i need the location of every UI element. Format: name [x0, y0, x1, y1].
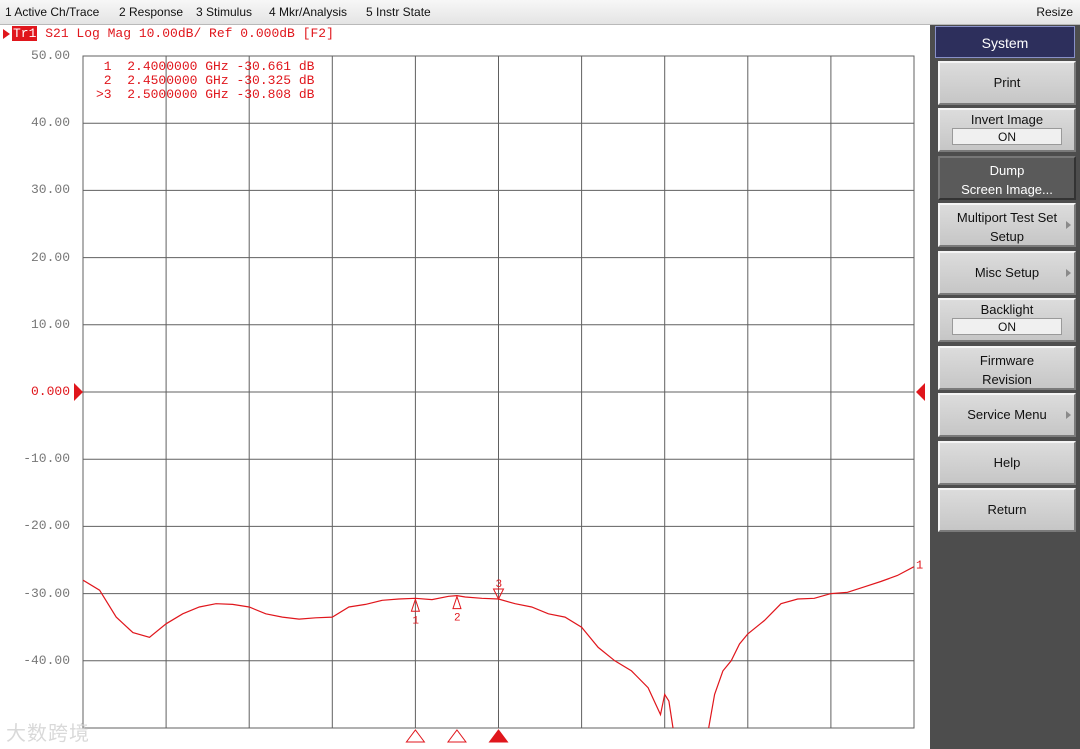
submenu-arrow-icon [1066, 411, 1071, 419]
trace-format-label: S21 Log Mag 10.00dB/ Ref 0.000dB [F2] [45, 26, 334, 41]
marker-row: >3 2.5000000 GHz -30.808 dB [96, 88, 314, 102]
menu-active-ch-trace[interactable]: 1 Active Ch/Trace [5, 5, 99, 19]
misc-setup-label: Misc Setup [974, 265, 1040, 280]
y-tick-label: 50.00 [30, 48, 70, 63]
help-label: Help [993, 455, 1021, 470]
y-tick-label: 20.00 [30, 249, 70, 265]
submenu-arrow-icon [1066, 269, 1071, 277]
marker-frequency: 2.4500000 GHz [127, 73, 229, 88]
trace-header[interactable]: Tr1 S21 Log Mag 10.00dB/ Ref 0.000dB [F2… [3, 26, 334, 42]
menu-bar: 1 Active Ch/Trace 2 Response 3 Stimulus … [0, 0, 1080, 25]
backlight-state: ON [952, 318, 1062, 335]
marker-value: -30.325 dB [236, 73, 315, 88]
bottom-marker-icon [446, 729, 467, 743]
return-button[interactable]: Return [938, 488, 1076, 532]
marker-id: >3 [96, 87, 112, 102]
firmware-label: Firmware [979, 353, 1035, 368]
backlight-button[interactable]: Backlight ON [938, 298, 1076, 342]
submenu-arrow-icon [1066, 221, 1071, 229]
marker-frequency: 2.4000000 GHz [127, 59, 229, 74]
menu-mkr-analysis[interactable]: 4 Mkr/Analysis [269, 5, 347, 19]
dump-label: Dump [989, 163, 1025, 178]
trace-plot[interactable]: 1123 Tr1 S21 Log Mag 10.00dB/ Ref 0.000d… [0, 25, 930, 749]
y-tick-label: -30.00 [23, 585, 70, 601]
dump-screen-image-button[interactable]: Dump Screen Image... [938, 156, 1076, 200]
firmware-label-2: Revision [982, 372, 1032, 387]
softkey-panel: System Print Invert Image ON Dump Screen… [930, 25, 1080, 749]
service-menu-button[interactable]: Service Menu [938, 393, 1076, 437]
resize-button[interactable]: Resize [1036, 5, 1073, 19]
menu-stimulus[interactable]: 3 Stimulus [196, 5, 252, 19]
reference-level-left-icon [74, 383, 83, 401]
y-tick-label: -10.00 [23, 451, 70, 467]
misc-setup-button[interactable]: Misc Setup [938, 251, 1076, 295]
bottom-marker-active-icon [488, 729, 509, 743]
invert-image-state: ON [952, 128, 1062, 145]
marker-row: 1 2.4000000 GHz -30.661 dB [96, 59, 315, 74]
active-trace-pointer-icon [3, 28, 10, 39]
trace-tag[interactable]: Tr1 [12, 26, 38, 41]
marker-number: 3 [496, 579, 503, 591]
y-tick-label: -20.00 [23, 518, 70, 534]
y-tick-label: 10.00 [30, 316, 70, 332]
menu-response[interactable]: 2 Response [119, 5, 183, 19]
marker-icon [452, 595, 462, 610]
marker-value: -30.661 dB [236, 59, 315, 74]
marker-value: -30.808 dB [236, 87, 315, 102]
invert-image-button[interactable]: Invert Image ON [938, 108, 1076, 152]
dump-label-2: Screen Image... [961, 182, 1053, 197]
chart-canvas: 11 23 [74, 55, 925, 743]
menu-instr-state[interactable]: 5 Instr State [366, 5, 431, 19]
y-tick-label: 30.00 [30, 182, 70, 198]
multiport-label-2: Setup [990, 229, 1024, 244]
panel-title: System [935, 26, 1075, 58]
backlight-label: Backlight [980, 302, 1034, 317]
trace-end-label: 1 [916, 559, 923, 573]
watermark: 大数跨境 [6, 721, 90, 745]
multiport-label: Multiport Test Set [956, 210, 1058, 225]
help-button[interactable]: Help [938, 441, 1076, 485]
y-tick-label: -40.00 [23, 652, 70, 668]
reference-level-right-icon [916, 383, 925, 401]
marker-number: 2 [454, 613, 461, 625]
marker-row: 2 2.4500000 GHz -30.325 dB [96, 73, 315, 88]
print-button[interactable]: Print [938, 61, 1076, 105]
y-tick-reference: 0.000 [30, 384, 70, 399]
bottom-marker-icon [405, 729, 426, 743]
print-label: Print [993, 75, 1021, 90]
service-menu-label: Service Menu [967, 407, 1047, 422]
marker-id: 1 [96, 59, 112, 74]
marker-id: 2 [96, 73, 112, 88]
marker-number: 1 [412, 615, 419, 627]
multiport-test-set-setup-button[interactable]: Multiport Test Set Setup [938, 203, 1076, 247]
y-tick-label: 40.00 [30, 115, 70, 131]
invert-image-label: Invert Image [970, 112, 1044, 127]
return-label: Return [987, 502, 1027, 517]
marker-frequency: 2.5000000 GHz [127, 87, 229, 102]
firmware-revision-button[interactable]: Firmware Revision [938, 346, 1076, 390]
